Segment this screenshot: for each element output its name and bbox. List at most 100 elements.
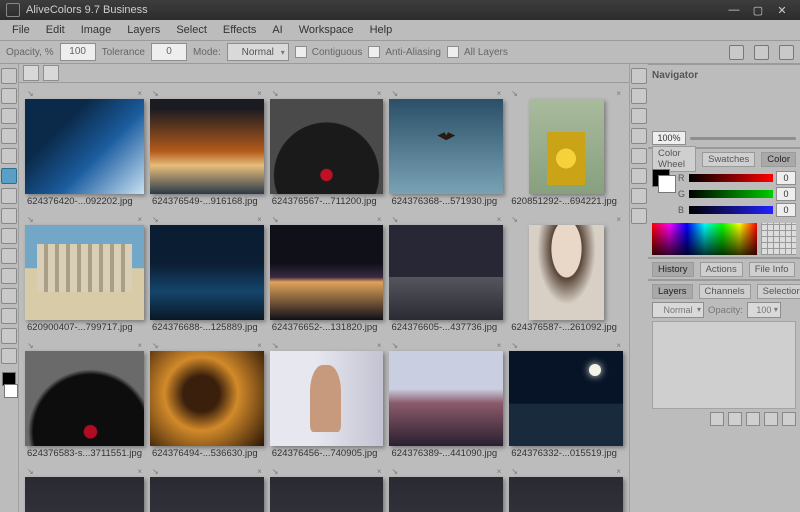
thumbnail-image[interactable]: [270, 477, 384, 512]
thumbnail-image[interactable]: [509, 477, 623, 512]
close-icon[interactable]: ×: [137, 341, 142, 351]
thumbnail-image[interactable]: [529, 225, 604, 320]
g-value[interactable]: 0: [776, 187, 796, 201]
close-icon[interactable]: ×: [377, 341, 382, 351]
thumbnail-image[interactable]: [389, 477, 503, 512]
close-icon[interactable]: ×: [377, 89, 382, 99]
pin-icon[interactable]: ↘: [391, 467, 398, 477]
color-spectrum[interactable]: [652, 223, 757, 255]
pin-icon[interactable]: ↘: [27, 341, 34, 351]
close-icon[interactable]: ×: [616, 89, 621, 99]
close-icon[interactable]: ×: [377, 215, 382, 225]
pin-icon[interactable]: ↘: [272, 215, 279, 225]
tolerance-input[interactable]: 0: [151, 43, 187, 61]
smudge-tool[interactable]: [1, 228, 17, 244]
brush-tool[interactable]: [1, 168, 17, 184]
swatch-grid[interactable]: [761, 223, 796, 255]
alllayers-checkbox[interactable]: [447, 46, 459, 58]
close-button[interactable]: ✕: [770, 1, 794, 19]
layer-opacity-input[interactable]: 100: [747, 302, 781, 318]
close-icon[interactable]: ×: [616, 467, 621, 477]
close-icon[interactable]: ×: [257, 215, 262, 225]
thumbnail-image[interactable]: [529, 99, 604, 194]
menu-help[interactable]: Help: [362, 20, 401, 40]
tab-layers[interactable]: Layers: [652, 284, 693, 299]
hand-tool[interactable]: [1, 328, 17, 344]
close-icon[interactable]: ×: [257, 341, 262, 351]
layer-new-icon[interactable]: [764, 412, 778, 426]
close-icon[interactable]: ×: [257, 467, 262, 477]
marquee-tool[interactable]: [1, 88, 17, 104]
eraser-tool[interactable]: [1, 188, 17, 204]
b-slider[interactable]: [689, 206, 773, 214]
thumbnail-image[interactable]: [270, 351, 384, 446]
doc-tab-home-icon[interactable]: [23, 65, 39, 81]
settings-icon[interactable]: [779, 45, 794, 60]
menu-effects[interactable]: Effects: [215, 20, 264, 40]
tab-history[interactable]: History: [652, 262, 694, 277]
menu-select[interactable]: Select: [168, 20, 215, 40]
tab-color[interactable]: Color: [761, 152, 796, 167]
navigator-preview[interactable]: [652, 83, 796, 129]
pin-icon[interactable]: ↘: [27, 89, 34, 99]
notify-icon[interactable]: [729, 45, 744, 60]
close-icon[interactable]: ×: [497, 341, 502, 351]
tab-selections[interactable]: Selections: [757, 284, 800, 299]
contiguous-checkbox[interactable]: [295, 46, 307, 58]
thumbnail-cell[interactable]: ↘×624376688-...125889.jpg: [150, 215, 264, 335]
thumbnail-image[interactable]: [270, 225, 384, 320]
menu-edit[interactable]: Edit: [38, 20, 73, 40]
layer-mask-icon[interactable]: [746, 412, 760, 426]
close-icon[interactable]: ×: [257, 89, 262, 99]
type-tool[interactable]: [1, 288, 17, 304]
thumbnail-image[interactable]: [25, 225, 144, 320]
thumbnail-cell[interactable]: ↘×624376567-...711200.jpg: [270, 89, 384, 209]
pin-icon[interactable]: ↘: [511, 89, 518, 99]
minimize-button[interactable]: —: [722, 1, 746, 19]
thumbnail-cell[interactable]: ↘×624376587-...261092.jpg: [509, 215, 623, 335]
menu-layers[interactable]: Layers: [119, 20, 168, 40]
crop-tool[interactable]: [1, 128, 17, 144]
pin-icon[interactable]: ↘: [391, 215, 398, 225]
panel-f-icon[interactable]: [631, 168, 647, 184]
thumbnail-image[interactable]: [150, 99, 264, 194]
pin-icon[interactable]: ↘: [272, 89, 279, 99]
r-slider[interactable]: [689, 174, 773, 182]
thumbnail-image[interactable]: [509, 351, 623, 446]
thumbnail-image[interactable]: [150, 477, 264, 512]
blend-mode-combo[interactable]: Normal: [652, 302, 704, 318]
thumbnail-image[interactable]: [25, 351, 144, 446]
help-icon[interactable]: [754, 45, 769, 60]
mode-combo[interactable]: Normal: [227, 43, 289, 61]
thumbnail-cell[interactable]: ↘×: [389, 467, 503, 512]
thumbnail-cell[interactable]: ↘×620851292-...694221.jpg: [509, 89, 623, 209]
panel-e-icon[interactable]: [631, 148, 647, 164]
pin-icon[interactable]: ↘: [391, 89, 398, 99]
layer-link-icon[interactable]: [710, 412, 724, 426]
panel-a-icon[interactable]: [631, 68, 647, 84]
thumbnail-image[interactable]: [150, 351, 264, 446]
close-icon[interactable]: ×: [616, 215, 621, 225]
layer-delete-icon[interactable]: [782, 412, 796, 426]
g-slider[interactable]: [689, 190, 773, 198]
panel-d-icon[interactable]: [631, 128, 647, 144]
close-icon[interactable]: ×: [497, 89, 502, 99]
thumbnail-cell[interactable]: ↘×624376456-...740905.jpg: [270, 341, 384, 461]
doc-tab-folder-icon[interactable]: [43, 65, 59, 81]
tab-file-info[interactable]: File Info: [749, 262, 795, 277]
layer-fx-icon[interactable]: [728, 412, 742, 426]
thumbnail-cell[interactable]: ↘×624376549-...916168.jpg: [150, 89, 264, 209]
thumbnail-cell[interactable]: ↘×624376605-...437736.jpg: [389, 215, 503, 335]
pin-icon[interactable]: ↘: [272, 467, 279, 477]
menu-file[interactable]: File: [4, 20, 38, 40]
background-swatch[interactable]: [658, 175, 676, 193]
thumbnail-cell[interactable]: ↘×: [25, 467, 144, 512]
pin-icon[interactable]: ↘: [152, 341, 159, 351]
pin-icon[interactable]: ↘: [511, 467, 518, 477]
gradient-tool[interactable]: [1, 268, 17, 284]
thumbnail-cell[interactable]: ↘×624376389-...441090.jpg: [389, 341, 503, 461]
pin-icon[interactable]: ↘: [27, 467, 34, 477]
thumbnail-cell[interactable]: ↘×620900407-...799717.jpg: [25, 215, 144, 335]
maximize-button[interactable]: ▢: [746, 1, 770, 19]
pin-icon[interactable]: ↘: [272, 341, 279, 351]
